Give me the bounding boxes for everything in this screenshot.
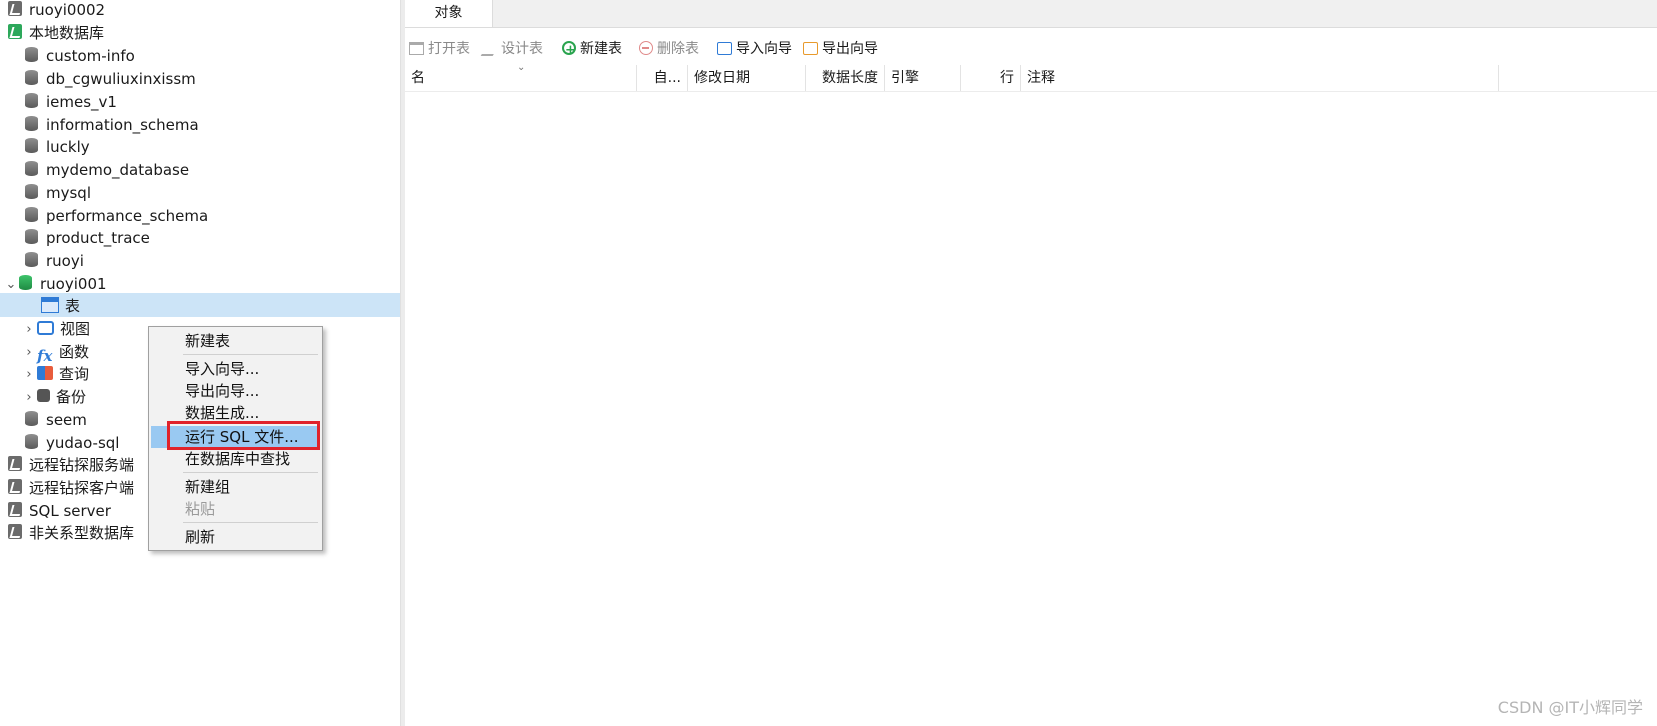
menu-item-refresh[interactable]: 刷新 xyxy=(151,526,320,548)
database-item[interactable]: iemes_v1 xyxy=(25,89,117,113)
database-item[interactable]: yudao-sql xyxy=(25,430,119,454)
open-table-button[interactable]: 打开表 xyxy=(409,36,470,62)
query-icon xyxy=(37,365,53,380)
database-item[interactable]: information_schema xyxy=(25,112,199,136)
tree-item-backups[interactable]: › 备份 xyxy=(21,384,86,408)
connection-item[interactable]: SQL server xyxy=(8,498,111,522)
connection-item[interactable]: 非关系型数据库 xyxy=(8,520,134,544)
database-item[interactable]: seem xyxy=(25,407,87,431)
objects-toolbar: 打开表 设计表 新建表 删除表 导入向导 导出向导 xyxy=(405,36,1657,64)
database-icon xyxy=(25,138,38,153)
menu-item-export-wizard[interactable]: 导出向导... xyxy=(151,380,320,402)
column-header-comment[interactable]: 注释 xyxy=(1021,65,1499,91)
import-wizard-button[interactable]: 导入向导 xyxy=(717,36,792,62)
database-item[interactable]: performance_schema xyxy=(25,203,208,227)
database-icon xyxy=(25,93,38,108)
menu-item-find-in-database[interactable]: 在数据库中查找 xyxy=(151,448,320,470)
column-header-auto-increment[interactable]: 自... xyxy=(637,65,688,91)
menu-item-paste[interactable]: 粘贴 xyxy=(151,498,320,520)
folder-open-icon xyxy=(409,41,424,55)
database-icon xyxy=(25,70,38,85)
column-header-engine[interactable]: 引擎 xyxy=(885,65,961,91)
export-wizard-button[interactable]: 导出向导 xyxy=(803,36,878,62)
database-item-ruoyi001[interactable]: ⌄ ruoyi001 xyxy=(3,271,107,295)
delete-table-button[interactable]: 删除表 xyxy=(639,36,699,62)
menu-item-new-group[interactable]: 新建组 xyxy=(151,476,320,498)
export-icon xyxy=(803,41,818,55)
menu-separator xyxy=(183,354,318,355)
table-icon xyxy=(41,296,59,313)
database-icon xyxy=(25,207,38,222)
menu-item-new-table[interactable]: 新建表 xyxy=(151,330,320,352)
connection-item[interactable]: 远程钻探客户端 xyxy=(8,475,134,499)
menu-separator xyxy=(183,472,318,473)
tab-bar: 对象 xyxy=(405,0,1657,28)
database-item[interactable]: db_cgwuliuxinxissm xyxy=(25,66,196,90)
database-item[interactable]: product_trace xyxy=(25,225,150,249)
database-item[interactable]: ruoyi xyxy=(25,248,84,272)
database-icon xyxy=(25,47,38,62)
sort-caret-icon: ⌄ xyxy=(517,62,526,73)
database-item[interactable]: luckly xyxy=(25,134,90,158)
objects-table-header: 名 ⌄ 自... 修改日期 数据长度 引擎 行 注释 xyxy=(405,62,1657,92)
tree-item-tables[interactable]: 表 xyxy=(0,293,400,317)
connection-ruoyi0002[interactable]: ruoyi0002 xyxy=(8,0,105,21)
database-icon xyxy=(25,434,38,449)
database-icon xyxy=(25,252,38,267)
database-item[interactable]: mydemo_database xyxy=(25,157,189,181)
mysql-connection-icon xyxy=(8,479,22,494)
backup-icon xyxy=(37,389,50,402)
sqlserver-connection-icon xyxy=(8,502,22,517)
minus-circle-icon xyxy=(639,41,653,55)
database-item[interactable]: custom-info xyxy=(25,43,135,67)
tree-item-views[interactable]: › 视图 xyxy=(21,316,90,340)
mysql-connection-open-icon xyxy=(8,24,22,39)
watermark: CSDN @IT小辉同学 xyxy=(1497,698,1643,717)
column-header-modified-date[interactable]: 修改日期 xyxy=(688,65,806,91)
mysql-connection-icon xyxy=(8,456,22,471)
mysql-connection-icon xyxy=(8,1,22,16)
database-item[interactable]: mysql xyxy=(25,180,91,204)
plus-circle-icon xyxy=(562,38,576,64)
database-icon xyxy=(25,116,38,131)
database-icon xyxy=(25,184,38,199)
tab-objects[interactable]: 对象 xyxy=(405,0,493,27)
new-table-button[interactable]: 新建表 xyxy=(562,36,622,64)
import-icon xyxy=(717,41,732,55)
mongodb-connection-icon xyxy=(8,524,22,539)
menu-item-import-wizard[interactable]: 导入向导... xyxy=(151,358,320,380)
design-table-button[interactable]: 设计表 xyxy=(480,36,543,62)
pencil-icon xyxy=(480,40,502,56)
column-header-data-length[interactable]: 数据长度 xyxy=(806,65,885,91)
column-header-name[interactable]: 名 ⌄ xyxy=(405,62,637,91)
annotation-highlight-box xyxy=(167,421,320,450)
tree-item-functions[interactable]: › fx 函数 xyxy=(21,339,89,365)
menu-separator xyxy=(183,522,318,523)
database-icon xyxy=(25,229,38,244)
database-icon xyxy=(25,411,38,426)
tree-item-queries[interactable]: › 查询 xyxy=(21,361,89,385)
column-header-rows[interactable]: 行 xyxy=(961,65,1021,91)
connection-local-database[interactable]: 本地数据库 xyxy=(8,20,104,44)
function-icon: fx xyxy=(37,346,53,365)
database-open-icon xyxy=(19,275,32,290)
objects-pane: 对象 打开表 设计表 新建表 删除表 导入向导 导出向导 名⌄ 自... 修改日… xyxy=(405,0,1657,726)
database-icon xyxy=(25,161,38,176)
view-icon xyxy=(37,320,54,335)
connection-item[interactable]: 远程钻探服务端 xyxy=(8,452,134,476)
